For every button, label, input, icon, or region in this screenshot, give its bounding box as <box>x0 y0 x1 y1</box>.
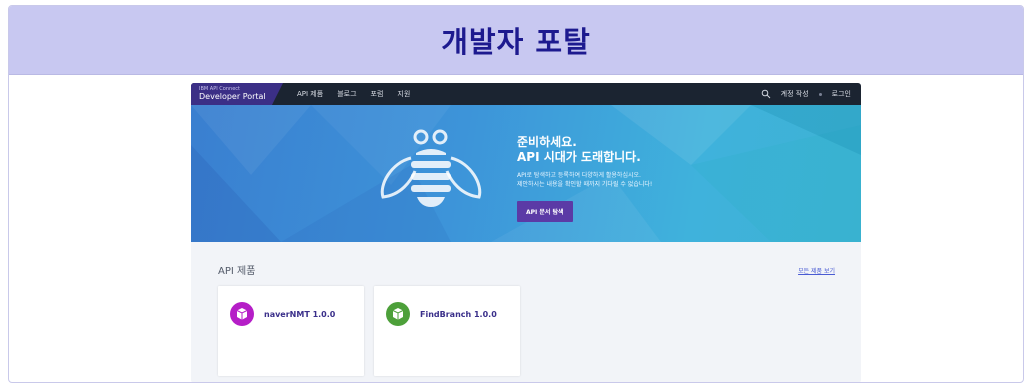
login-link[interactable]: 로그인 <box>832 89 851 99</box>
nav-item-blog[interactable]: 블로그 <box>337 89 356 99</box>
hero-title-line1: 준비하세요. <box>517 135 577 149</box>
see-all-products-link[interactable]: 모든 제품 보기 <box>798 266 835 275</box>
box-icon <box>236 308 248 320</box>
explore-api-docs-button[interactable]: API 문서 탐색 <box>517 201 573 222</box>
box-icon <box>392 308 404 320</box>
nav-item-forum[interactable]: 포럼 <box>371 89 384 99</box>
nav-item-support[interactable]: 지원 <box>397 89 410 99</box>
hero-description-line1: API로 탐색하고 등록하여 다양하게 활용하십시오. <box>517 172 641 179</box>
nav-links: API 제품 블로그 포럼 지원 <box>297 89 410 99</box>
nav-right: 계정 작성 로그인 <box>761 83 851 105</box>
brand-logo[interactable]: IBM API Connect Developer Portal <box>191 83 283 105</box>
nav-item-api-products[interactable]: API 제품 <box>297 89 323 99</box>
create-account-link[interactable]: 계정 작성 <box>781 89 809 99</box>
developer-portal-preview: IBM API Connect Developer Portal API 제품 … <box>191 83 861 382</box>
hero-description: API로 탐색하고 등록하여 다양하게 활용하십시오. 제안하시는 내용을 확인… <box>517 171 652 189</box>
product-package-icon <box>386 302 410 326</box>
hero-description-line2: 제안하시는 내용을 확인할 때까지 기다릴 수 없습니다! <box>517 181 653 188</box>
portal-frame: 개발자 포탈 IBM API Connect Developer Portal … <box>8 5 1024 383</box>
bee-mascot-icon <box>380 129 482 207</box>
top-navigation: IBM API Connect Developer Portal API 제품 … <box>191 83 861 105</box>
search-icon[interactable] <box>761 89 771 99</box>
product-name: naverNMT 1.0.0 <box>264 310 336 319</box>
product-name: FindBranch 1.0.0 <box>420 310 497 319</box>
product-package-icon <box>230 302 254 326</box>
product-card-findbranch[interactable]: FindBranch 1.0.0 <box>374 286 520 376</box>
hero-banner: 준비하세요. API 시대가 도래합니다. API로 탐색하고 등록하여 다양하… <box>191 105 861 242</box>
page-title: 개발자 포탈 <box>441 25 591 59</box>
product-card-navernmt[interactable]: naverNMT 1.0.0 <box>218 286 364 376</box>
hero-text: 준비하세요. API 시대가 도래합니다. API로 탐색하고 등록하여 다양하… <box>517 135 652 222</box>
hero-title-line2: API 시대가 도래합니다. <box>517 150 641 164</box>
separator-dot <box>818 92 822 96</box>
api-products-section: API 제품 모든 제품 보기 naverNMT 1.0.0 FindBranc… <box>191 242 861 382</box>
api-products-title: API 제품 <box>218 266 256 277</box>
frame-header: 개발자 포탈 <box>9 6 1023 75</box>
brand-name: Developer Portal <box>199 92 266 101</box>
